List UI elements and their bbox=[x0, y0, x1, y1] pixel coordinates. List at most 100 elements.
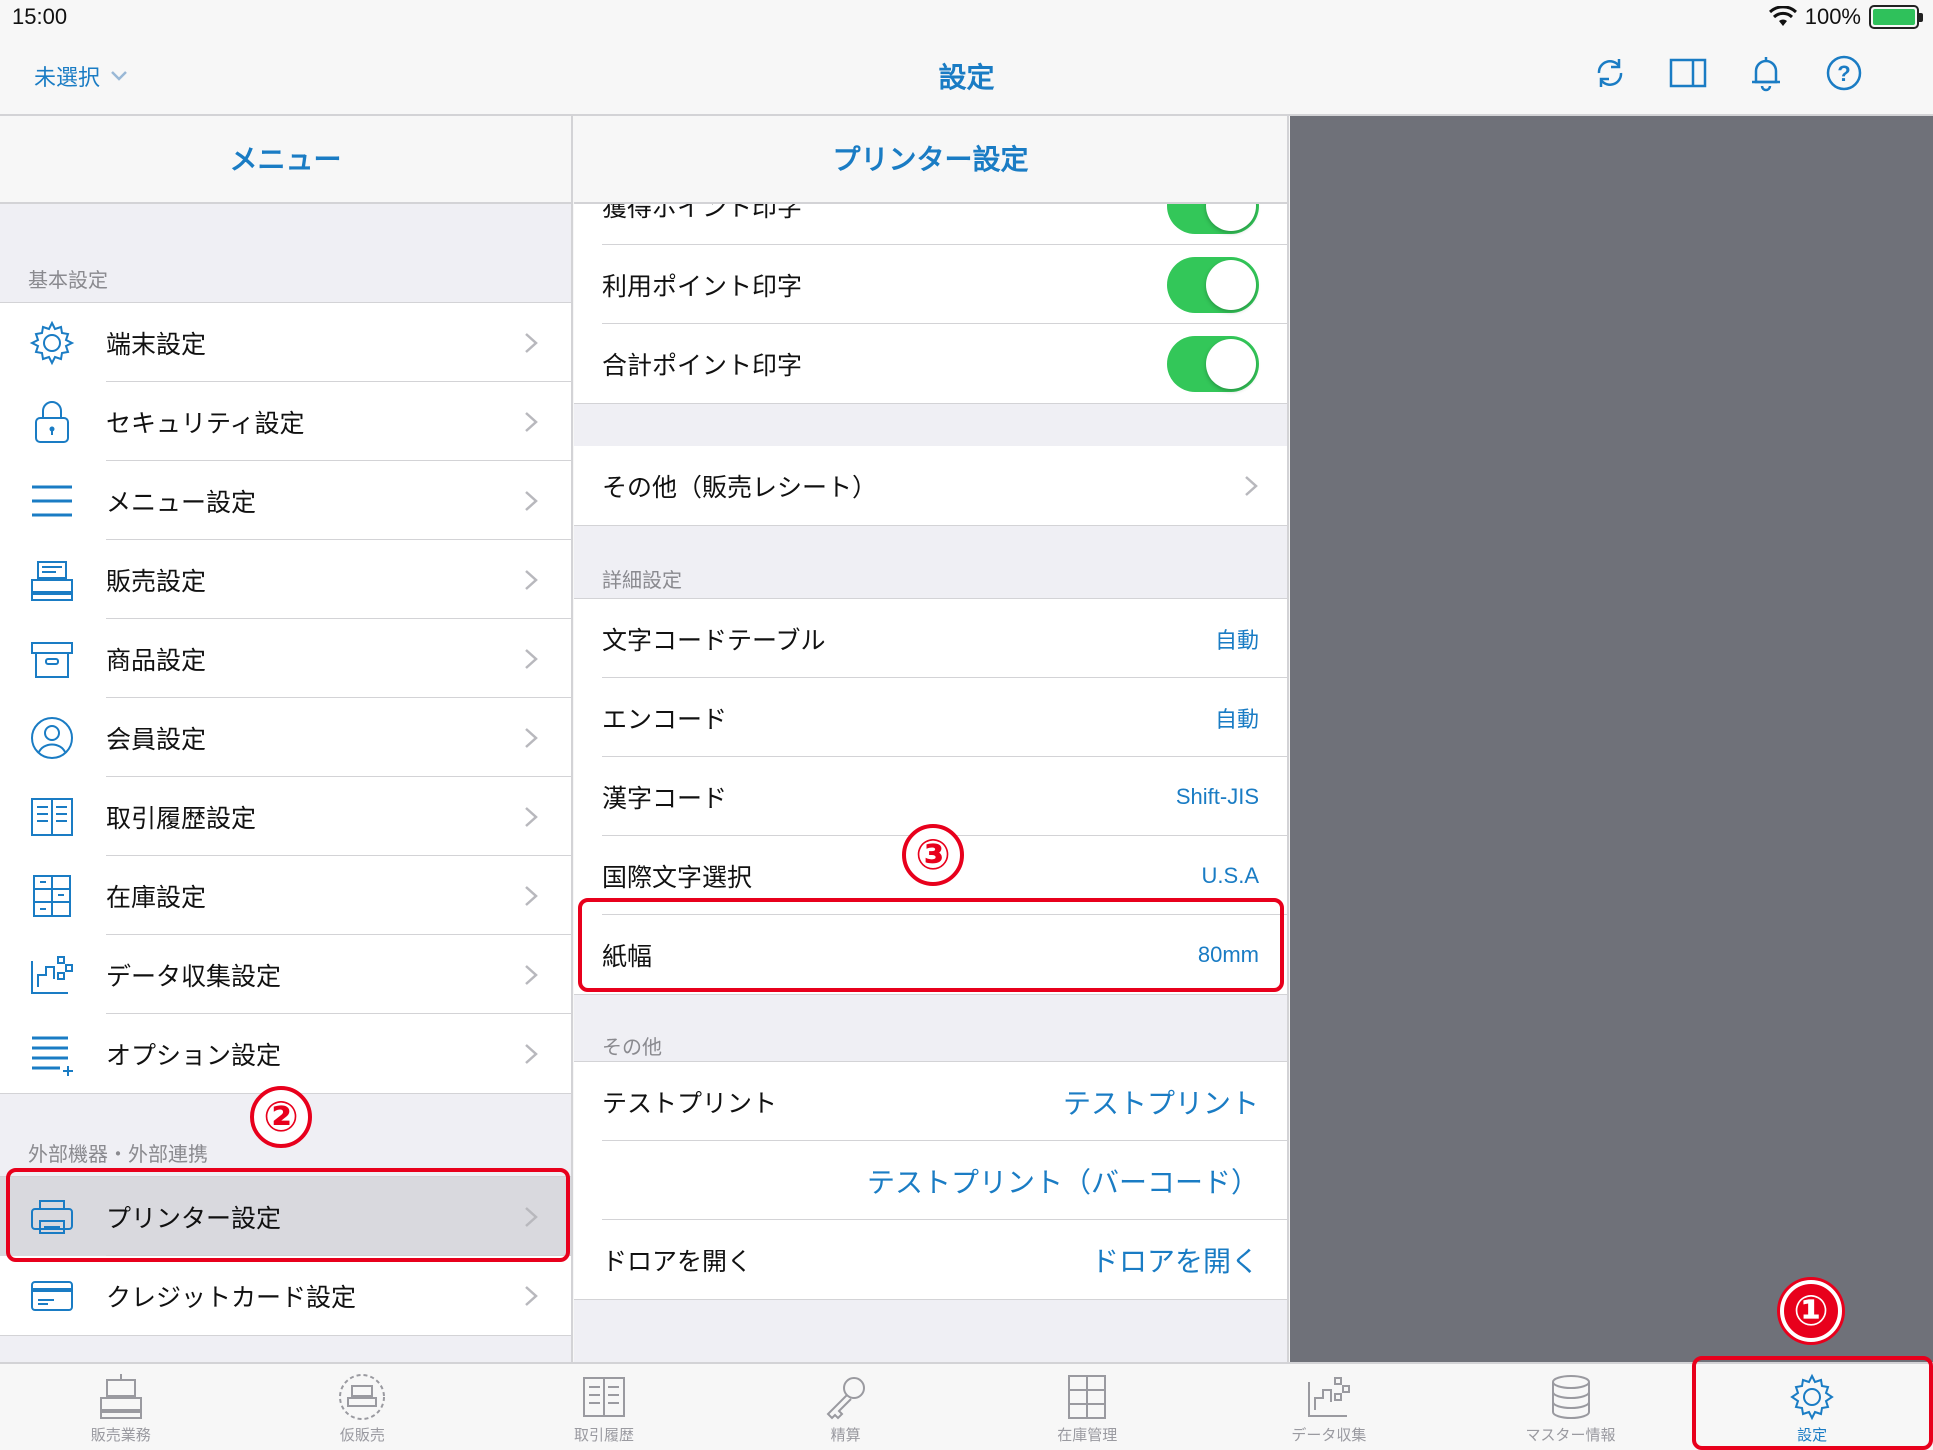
setting-label: 文字コードテーブル bbox=[602, 625, 826, 655]
toggle-row-earned-points: 獲得ポイント印字 bbox=[574, 204, 1287, 245]
chevron-right-icon bbox=[525, 727, 538, 748]
detail-column: プリンター設定 獲得ポイント印字 利用ポイント印字 合計ポイント印字 その他（販… bbox=[574, 116, 1289, 1362]
tab-label: 精算 bbox=[830, 1426, 861, 1444]
status-time: 15:00 bbox=[12, 4, 68, 29]
menu-header: メニュー bbox=[0, 116, 571, 204]
sync-icon[interactable] bbox=[1591, 54, 1629, 92]
menu-item-inventory[interactable]: 在庫設定 bbox=[0, 856, 571, 935]
menu-item-label: メニュー設定 bbox=[106, 487, 257, 517]
other-receipt-list: その他（販売レシート） bbox=[574, 446, 1287, 526]
menu-item-data-collection[interactable]: データ収集設定 bbox=[0, 935, 571, 1014]
other-actions-list: テストプリント テストプリント テストプリント（バーコード） ドロアを開く ドロ… bbox=[574, 1061, 1287, 1300]
toggle-row-total-points: 合計ポイント印字 bbox=[574, 324, 1287, 403]
chevron-right-icon bbox=[525, 1285, 538, 1306]
tab-label: 販売業務 bbox=[90, 1426, 151, 1444]
tab-label: 取引履歴 bbox=[574, 1426, 635, 1444]
encoding-row[interactable]: エンコード 自動 bbox=[574, 678, 1287, 757]
other-receipt-row[interactable]: その他（販売レシート） bbox=[574, 446, 1287, 525]
data-icon bbox=[1307, 1377, 1350, 1417]
test-print-button[interactable]: テストプリント bbox=[1063, 1082, 1259, 1122]
section-other-label: その他 bbox=[602, 1035, 662, 1059]
toggle-switch[interactable] bbox=[1167, 204, 1259, 234]
chevron-right-icon bbox=[525, 569, 538, 590]
action-label: ドロアを開く bbox=[602, 1246, 753, 1276]
tab-data-collection[interactable]: データ収集 bbox=[1208, 1364, 1450, 1450]
annotation-number-3: ③ bbox=[902, 824, 964, 886]
tab-sales[interactable]: 販売業務 bbox=[0, 1364, 242, 1450]
shelves-icon bbox=[1068, 1375, 1107, 1419]
setting-value: 自動 bbox=[1214, 627, 1259, 653]
menu-item-product[interactable]: 商品設定 bbox=[0, 619, 571, 698]
status-bar: 15:00 100% bbox=[0, 0, 1933, 36]
menu-item-credit-card[interactable]: クレジットカード設定 bbox=[0, 1256, 571, 1335]
chevron-right-icon bbox=[525, 885, 538, 906]
section-advanced-label: 詳細設定 bbox=[602, 568, 682, 592]
menu-item-history[interactable]: 取引履歴設定 bbox=[0, 777, 571, 856]
test-print-barcode-row: テストプリント（バーコード） bbox=[574, 1141, 1287, 1220]
tab-label: マスター情報 bbox=[1525, 1426, 1616, 1444]
menu-item-security[interactable]: セキュリティ設定 bbox=[0, 382, 571, 461]
basic-settings-list: 端末設定 セキュリティ設定 メニュー設定 販売設定 商品設定 会員設定 取引履歴… bbox=[0, 302, 571, 1094]
annotation-number-1: ① bbox=[1780, 1280, 1842, 1342]
key-icon bbox=[826, 1377, 865, 1420]
menu-item-terminal[interactable]: 端末設定 bbox=[0, 303, 571, 382]
action-label: テストプリント bbox=[602, 1088, 778, 1118]
open-drawer-button[interactable]: ドロアを開く bbox=[1091, 1240, 1259, 1280]
tab-inventory[interactable]: 在庫管理 bbox=[967, 1364, 1209, 1450]
list-plus-icon bbox=[32, 1036, 73, 1076]
chevron-right-icon bbox=[525, 806, 538, 827]
toggle-label: 獲得ポイント印字 bbox=[602, 204, 803, 222]
wifi-icon bbox=[1768, 6, 1797, 26]
menu-item-label: 取引履歴設定 bbox=[106, 803, 257, 833]
open-drawer-row: ドロアを開く ドロアを開く bbox=[574, 1220, 1287, 1299]
tab-label: 仮販売 bbox=[339, 1426, 385, 1444]
book-icon bbox=[583, 1377, 626, 1417]
menu-item-label: クレジットカード設定 bbox=[106, 1282, 357, 1312]
test-print-row: テストプリント テストプリント bbox=[574, 1062, 1287, 1141]
menu-item-member[interactable]: 会員設定 bbox=[0, 698, 571, 777]
chevron-right-icon bbox=[525, 1043, 538, 1064]
chevron-right-icon bbox=[525, 964, 538, 985]
person-icon bbox=[31, 716, 73, 759]
box-icon bbox=[31, 641, 73, 678]
tab-label: データ収集 bbox=[1291, 1426, 1367, 1444]
split-view-icon[interactable] bbox=[1669, 54, 1707, 92]
toggle-label: 利用ポイント印字 bbox=[602, 271, 803, 301]
chevron-right-icon bbox=[525, 332, 538, 353]
setting-label: 漢字コード bbox=[602, 783, 728, 813]
card-icon bbox=[31, 1280, 73, 1311]
tab-master-info[interactable]: マスター情報 bbox=[1450, 1364, 1692, 1450]
menu-item-option[interactable]: オプション設定 bbox=[0, 1014, 571, 1093]
point-print-list: 獲得ポイント印字 利用ポイント印字 合計ポイント印字 bbox=[574, 204, 1287, 404]
gear-icon bbox=[29, 320, 75, 365]
charset-table-row[interactable]: 文字コードテーブル 自動 bbox=[574, 599, 1287, 678]
menu-item-label: 端末設定 bbox=[106, 329, 207, 359]
empty-detail-area bbox=[1290, 116, 1933, 1362]
toggle-switch[interactable] bbox=[1167, 335, 1259, 392]
section-basic-label: 基本設定 bbox=[28, 268, 108, 292]
menu-icon bbox=[32, 485, 72, 516]
chevron-right-icon bbox=[525, 411, 538, 432]
menu-item-menu[interactable]: メニュー設定 bbox=[0, 461, 571, 540]
chevron-right-icon bbox=[1245, 475, 1258, 496]
bell-icon[interactable] bbox=[1747, 54, 1785, 92]
setting-value: 自動 bbox=[1214, 706, 1259, 732]
menu-item-label: 在庫設定 bbox=[106, 882, 207, 912]
detail-header: プリンター設定 bbox=[574, 116, 1287, 204]
test-print-barcode-button[interactable]: テストプリント（バーコード） bbox=[867, 1161, 1259, 1201]
database-icon bbox=[1551, 1375, 1590, 1419]
toggle-row-used-points: 利用ポイント印字 bbox=[574, 245, 1287, 324]
setting-label: 国際文字選択 bbox=[602, 862, 753, 892]
toggle-label: 合計ポイント印字 bbox=[602, 350, 803, 380]
annotation-number-2: ② bbox=[250, 1086, 312, 1148]
book-icon bbox=[31, 797, 73, 836]
help-icon[interactable]: ? bbox=[1825, 54, 1863, 92]
tab-history[interactable]: 取引履歴 bbox=[483, 1364, 725, 1450]
menu-item-sales[interactable]: 販売設定 bbox=[0, 540, 571, 619]
annotation-box-paper-width bbox=[578, 898, 1284, 992]
menu-item-label: オプション設定 bbox=[106, 1040, 282, 1070]
lock-icon bbox=[35, 400, 69, 443]
toggle-switch[interactable] bbox=[1167, 256, 1259, 313]
tab-temp-sales[interactable]: 仮販売 bbox=[242, 1364, 484, 1450]
tab-settlement[interactable]: 精算 bbox=[725, 1364, 967, 1450]
